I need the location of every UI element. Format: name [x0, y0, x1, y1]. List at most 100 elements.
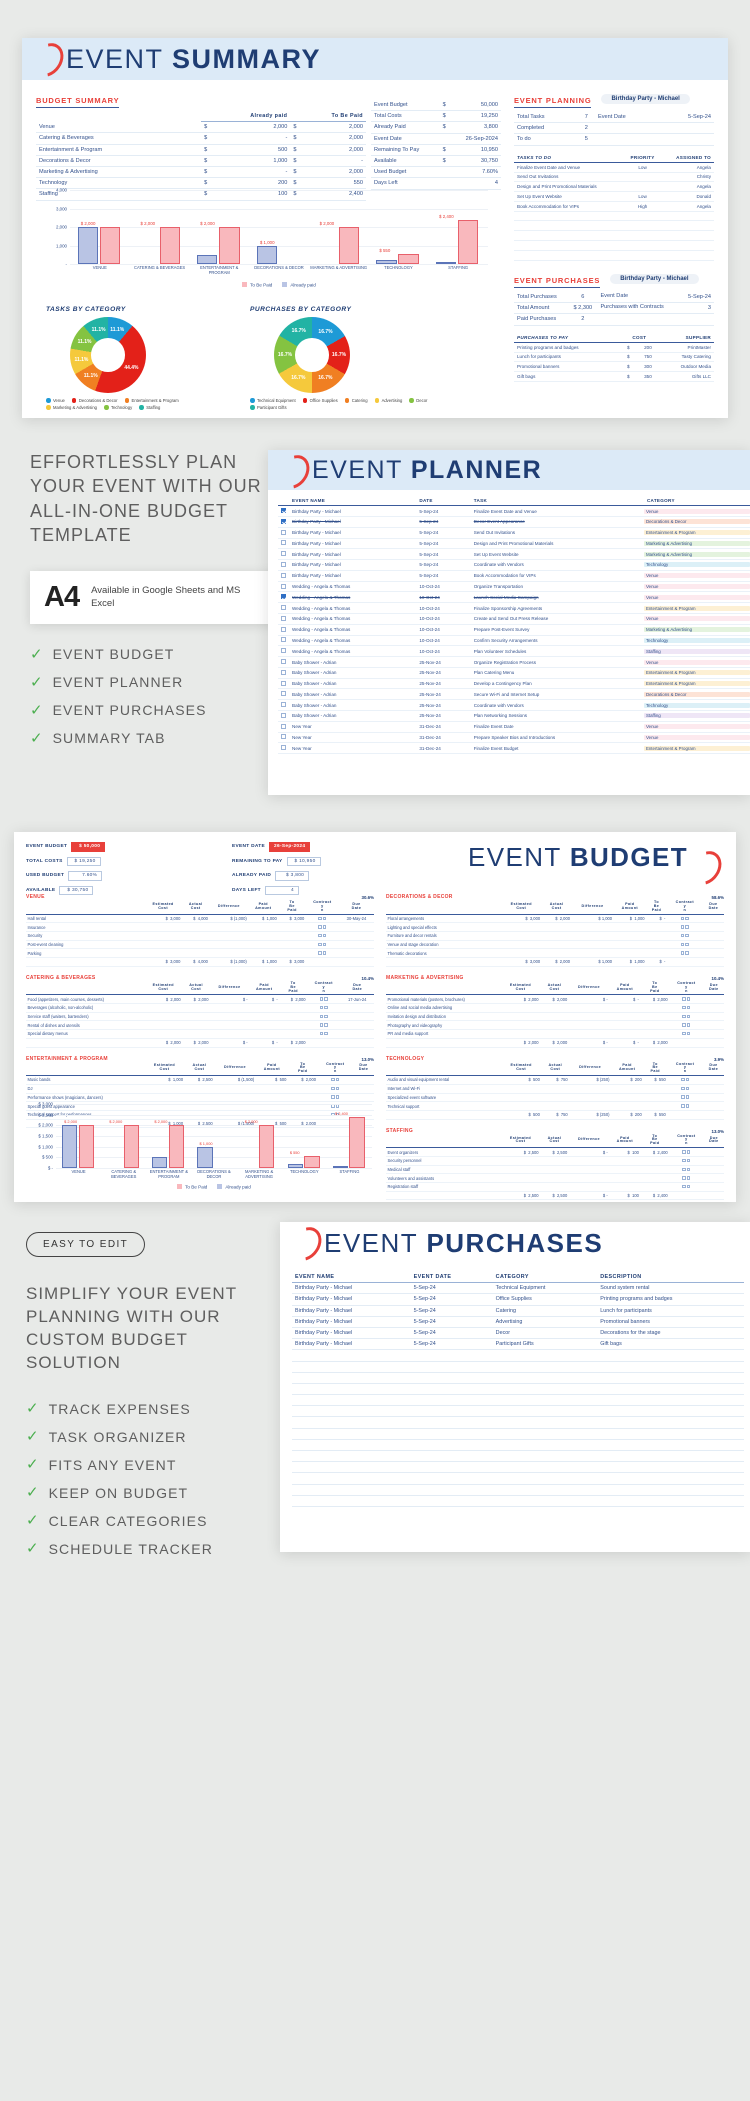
contract-checkbox-n[interactable] [685, 933, 689, 938]
cell-contract[interactable] [307, 1003, 341, 1013]
contract-checkbox-n[interactable] [685, 942, 689, 947]
contract-checkbox-y[interactable] [682, 1158, 686, 1163]
cell-contract[interactable] [667, 1084, 703, 1094]
contract-checkbox-y[interactable] [682, 1167, 686, 1171]
contract-checkbox-y[interactable] [680, 933, 685, 938]
cell-checkbox[interactable] [278, 570, 289, 582]
row-checkbox[interactable] [281, 605, 286, 611]
cell-contract[interactable] [669, 1165, 704, 1175]
contract-checkbox-y[interactable] [682, 1184, 686, 1189]
cell-checkbox[interactable] [278, 635, 289, 647]
contract-checkbox-n[interactable] [685, 1078, 690, 1082]
contract-checkbox-y[interactable] [682, 1006, 686, 1010]
table-row[interactable]: Baby Shower - Adrian 25-Nov-24 Plan Netw… [278, 710, 750, 722]
contract-checkbox-n[interactable] [335, 1078, 340, 1082]
contract-checkbox-y[interactable] [680, 951, 685, 955]
contract-checkbox-n[interactable] [686, 1032, 691, 1036]
table-row[interactable]: Wedding - Angela & Thomas 10-Oct-24 Orga… [278, 581, 750, 593]
contract-checkbox-y[interactable] [681, 1086, 685, 1091]
cell-checkbox[interactable] [278, 732, 289, 744]
contract-checkbox-n[interactable] [686, 1006, 691, 1010]
cell-contract[interactable] [667, 1075, 703, 1085]
cell-checkbox[interactable] [278, 602, 289, 614]
table-row[interactable]: Birthday Party - Michael 5-Sep-24 Decor … [278, 516, 750, 528]
cell-checkbox[interactable] [278, 538, 289, 550]
contract-checkbox-y[interactable] [682, 1014, 686, 1019]
row-checkbox[interactable] [281, 669, 286, 675]
table-row[interactable]: New Year 31-Dec-24 Prepare Speaker Bios … [278, 732, 750, 744]
contract-checkbox-n[interactable] [685, 916, 689, 920]
table-row[interactable]: Birthday Party - Michael 5-Sep-24 Design… [278, 538, 750, 550]
contract-checkbox-y[interactable] [318, 925, 322, 929]
table-row[interactable]: Birthday Party - Michael 5-Sep-24 Set Up… [278, 548, 750, 561]
cell-contract[interactable] [317, 1093, 354, 1103]
contract-checkbox-n[interactable] [686, 1150, 691, 1154]
table-row[interactable]: Wedding - Angela & Thomas 10-Oct-24 Crea… [278, 613, 750, 625]
cell-checkbox[interactable] [278, 581, 289, 593]
table-row[interactable]: Birthday Party - Michael 5-Sep-24 Finali… [278, 505, 750, 517]
row-checkbox[interactable] [281, 712, 286, 718]
contract-checkbox-y[interactable] [331, 1095, 335, 1099]
table-row[interactable]: New Year 31-Dec-24 Finalize Event Date V… [278, 721, 750, 733]
contract-checkbox-n[interactable] [686, 1167, 691, 1171]
contract-checkbox-n[interactable] [335, 1095, 340, 1099]
contract-checkbox-n[interactable] [685, 1104, 690, 1108]
contract-checkbox-y[interactable] [681, 1104, 685, 1108]
cell-contract[interactable] [666, 948, 703, 959]
cell-contract[interactable] [305, 948, 339, 959]
contract-checkbox-y[interactable] [318, 942, 322, 947]
cell-checkbox[interactable] [278, 742, 289, 755]
row-checkbox[interactable] [281, 702, 286, 708]
row-checkbox[interactable] [281, 615, 286, 621]
row-checkbox[interactable] [281, 529, 286, 535]
table-row[interactable]: Baby Shower - Adrian 25-Nov-24 Plan Cate… [278, 667, 750, 679]
contract-checkbox-y[interactable] [681, 1078, 685, 1082]
cell-checkbox[interactable] [278, 527, 289, 539]
contract-checkbox-y[interactable] [318, 951, 322, 955]
contract-checkbox-y[interactable] [319, 997, 324, 1001]
contract-checkbox-n[interactable] [322, 916, 327, 920]
table-row[interactable]: Wedding - Angela & Thomas 10-Oct-24 Prep… [278, 624, 750, 636]
contract-checkbox-y[interactable] [319, 1032, 324, 1036]
cell-contract[interactable] [669, 1147, 704, 1157]
contract-checkbox-n[interactable] [322, 951, 327, 955]
cell-contract[interactable] [666, 922, 703, 932]
cell-contract[interactable] [666, 940, 703, 950]
contract-checkbox-n[interactable] [686, 997, 691, 1001]
row-checkbox[interactable] [281, 561, 286, 567]
contract-checkbox-n[interactable] [322, 933, 327, 938]
contract-checkbox-y[interactable] [680, 942, 685, 947]
cell-checkbox[interactable] [278, 721, 289, 733]
cell-checkbox[interactable] [278, 591, 289, 604]
row-checkbox[interactable] [281, 583, 286, 589]
row-checkbox[interactable] [281, 637, 286, 643]
contract-checkbox-y[interactable] [682, 1032, 686, 1036]
contract-checkbox-n[interactable] [685, 951, 689, 955]
cell-checkbox[interactable] [278, 678, 289, 690]
cell-contract[interactable] [669, 1012, 704, 1022]
contract-checkbox-n[interactable] [324, 1032, 328, 1036]
contract-checkbox-n[interactable] [686, 1023, 691, 1027]
cell-contract[interactable] [667, 1101, 703, 1111]
table-row[interactable]: Baby Shower - Adrian 25-Nov-24 Coordinat… [278, 699, 750, 712]
contract-checkbox-n[interactable] [686, 1184, 691, 1189]
table-row[interactable]: Wedding - Angela & Thomas 10-Oct-24 Laun… [278, 591, 750, 604]
contract-checkbox-n[interactable] [322, 942, 327, 947]
contract-checkbox-n[interactable] [324, 997, 328, 1001]
cell-contract[interactable] [669, 994, 704, 1005]
contract-checkbox-y[interactable] [319, 1014, 324, 1019]
cell-checkbox[interactable] [278, 559, 289, 571]
contract-checkbox-n[interactable] [324, 1023, 328, 1027]
table-row[interactable]: Baby Shower - Adrian 25-Nov-24 Secure Wi… [278, 688, 750, 701]
contract-checkbox-y[interactable] [318, 916, 322, 920]
cell-contract[interactable] [667, 1093, 703, 1103]
row-checkbox[interactable] [281, 551, 286, 557]
contract-checkbox-n[interactable] [685, 925, 689, 929]
contract-checkbox-n[interactable] [324, 1006, 328, 1010]
cell-contract[interactable] [305, 940, 339, 950]
contract-checkbox-y[interactable] [682, 1150, 686, 1154]
cell-contract[interactable] [307, 1020, 341, 1031]
cell-contract[interactable] [669, 1156, 704, 1166]
row-checkbox[interactable] [281, 508, 286, 514]
cell-checkbox[interactable] [278, 548, 289, 561]
